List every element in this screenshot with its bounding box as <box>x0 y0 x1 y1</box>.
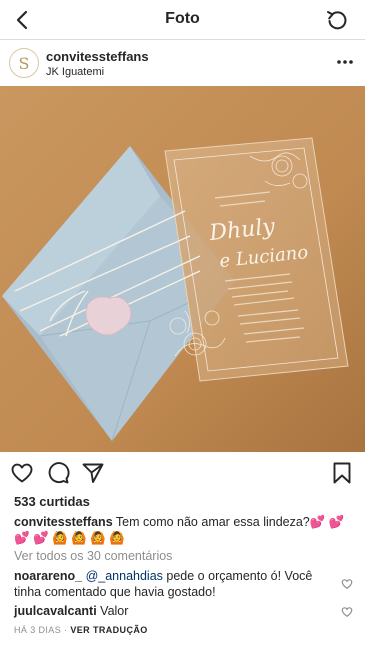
post-photo[interactable]: Dhuly e Luciano <box>0 86 365 452</box>
view-all-comments[interactable]: Ver todos os 30 comentários <box>14 549 172 563</box>
post-location[interactable]: JK Iguatemi <box>46 66 104 78</box>
invitation-photo: Dhuly e Luciano <box>0 86 365 452</box>
comment-item: noarareno_ @_annahdias pede o orçamento … <box>14 568 329 600</box>
post-footer: HÁ 3 DIAS · VER TRADUÇÃO <box>14 625 148 635</box>
separator: · <box>64 625 68 635</box>
comment-text: Valor <box>100 604 129 618</box>
comment-icon[interactable] <box>46 461 70 485</box>
avatar[interactable]: S <box>9 48 39 78</box>
heart-icon[interactable] <box>10 461 34 485</box>
action-bar <box>0 452 365 492</box>
comment-username[interactable]: juulcavalcanti <box>14 604 97 618</box>
share-icon[interactable] <box>81 461 105 485</box>
caption: convitessteffans Tem como não amar essa … <box>14 514 354 546</box>
more-dots-icon[interactable] <box>335 52 355 72</box>
comment-like-heart-icon[interactable] <box>341 605 353 617</box>
comment-item: juulcavalcanti Valor <box>14 603 329 619</box>
avatar-letter: S <box>18 53 30 73</box>
post-header: S convitessteffans JK Iguatemi <box>0 40 365 86</box>
post-username[interactable]: convitessteffans <box>46 49 149 64</box>
like-count[interactable]: 533 curtidas <box>14 494 90 509</box>
see-translation-link[interactable]: VER TRADUÇÃO <box>70 625 147 635</box>
page-title: Foto <box>165 10 200 27</box>
comment-mention[interactable]: @_annahdias <box>86 569 163 583</box>
comment-like-heart-icon[interactable] <box>341 577 353 589</box>
top-bar: Foto <box>0 0 365 40</box>
bookmark-icon[interactable] <box>330 461 354 485</box>
caption-username[interactable]: convitessteffans <box>14 515 113 529</box>
time-ago: HÁ 3 DIAS <box>14 625 62 635</box>
comment-username[interactable]: noarareno_ <box>14 569 82 583</box>
refresh-icon[interactable] <box>323 6 351 34</box>
